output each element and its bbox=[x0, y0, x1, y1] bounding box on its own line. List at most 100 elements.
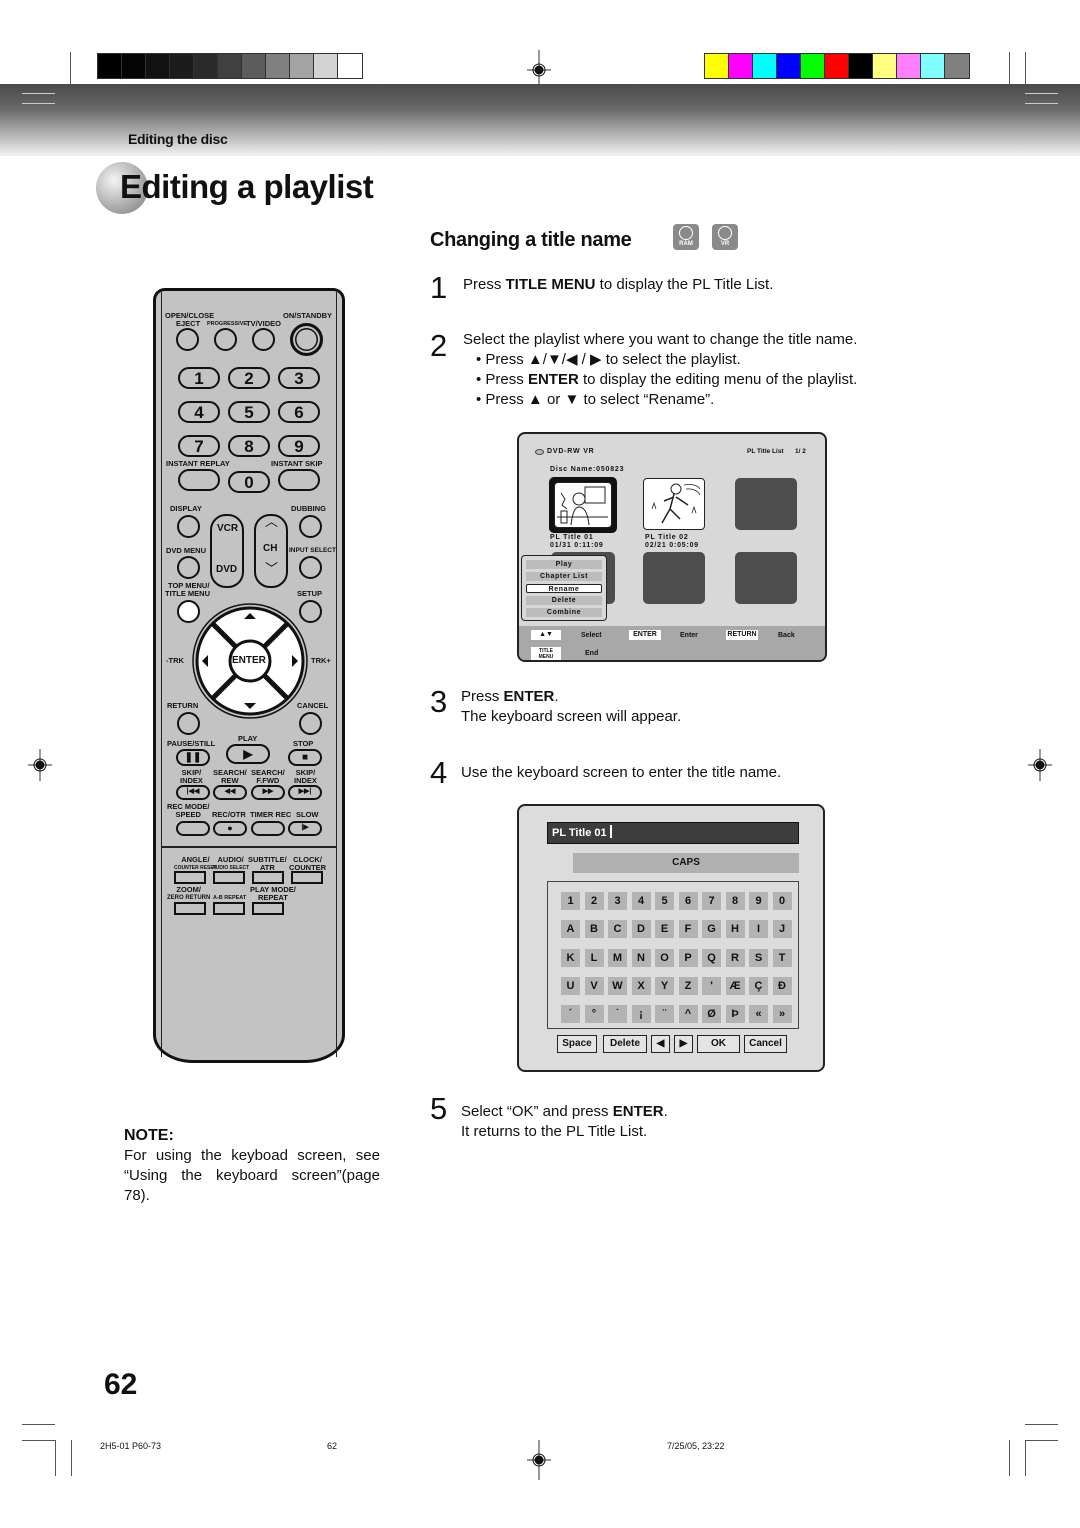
pause-button[interactable]: ❚❚ bbox=[176, 749, 210, 766]
digit-5-button[interactable]: 5 bbox=[228, 401, 270, 423]
keyboard-key[interactable]: L bbox=[584, 948, 604, 967]
digit-1-button[interactable]: 1 bbox=[178, 367, 220, 389]
keyboard-key[interactable]: E bbox=[655, 920, 674, 939]
skip-forward-button[interactable]: ▶▶| bbox=[288, 785, 322, 800]
title-thumbnail-selected[interactable] bbox=[549, 477, 617, 533]
digit-4-button[interactable]: 4 bbox=[178, 401, 220, 423]
edit-menu-item[interactable]: Chapter List bbox=[526, 572, 602, 581]
keyboard-key[interactable]: 2 bbox=[584, 892, 604, 910]
keyboard-key[interactable]: Þ bbox=[725, 1005, 745, 1024]
keyboard-key[interactable]: R bbox=[725, 948, 745, 967]
angle-button[interactable] bbox=[174, 871, 206, 884]
digit-6-button[interactable]: 6 bbox=[278, 401, 320, 423]
keyboard-key[interactable]: « bbox=[749, 1005, 768, 1024]
edit-menu-item[interactable]: Combine bbox=[526, 608, 602, 617]
cancel-button-remote[interactable] bbox=[299, 712, 322, 735]
zoom-button[interactable] bbox=[174, 902, 206, 915]
keyboard-key[interactable]: 3 bbox=[608, 892, 627, 910]
keyboard-key[interactable]: 8 bbox=[725, 892, 745, 910]
enter-button[interactable]: ENTER bbox=[232, 656, 266, 666]
keyboard-key[interactable]: Q bbox=[702, 948, 721, 967]
clock-counter-button[interactable] bbox=[291, 871, 323, 884]
cursor-right-button[interactable]: ▶ bbox=[674, 1035, 693, 1053]
keyboard-key[interactable]: T bbox=[772, 948, 792, 967]
fast-forward-button[interactable]: ▶▶ bbox=[251, 785, 285, 800]
title-thumbnail-empty[interactable] bbox=[735, 552, 797, 604]
keyboard-key[interactable]: P bbox=[678, 948, 698, 967]
timer-rec-button[interactable] bbox=[251, 821, 285, 836]
keyboard-key[interactable]: 6 bbox=[678, 892, 698, 910]
keyboard-key[interactable]: I bbox=[749, 920, 768, 939]
keyboard-key[interactable]: Ç bbox=[749, 976, 768, 995]
progressive-button[interactable] bbox=[214, 328, 237, 351]
keyboard-key[interactable]: 5 bbox=[655, 892, 674, 910]
keyboard-key[interactable]: A bbox=[561, 920, 580, 939]
keyboard-key[interactable]: 4 bbox=[631, 892, 651, 910]
delete-button[interactable]: Delete bbox=[603, 1035, 647, 1053]
keyboard-key[interactable]: » bbox=[772, 1005, 792, 1024]
keyboard-key[interactable]: ^ bbox=[678, 1005, 698, 1024]
digit-9-button[interactable]: 9 bbox=[278, 435, 320, 457]
record-button[interactable]: ● bbox=[213, 821, 247, 836]
keyboard-key[interactable]: ¨ bbox=[655, 1005, 674, 1024]
keyboard-key[interactable]: B bbox=[584, 920, 604, 939]
subtitle-button[interactable] bbox=[252, 871, 284, 884]
space-button[interactable]: Space bbox=[557, 1035, 597, 1053]
keyboard-key[interactable]: ¡ bbox=[631, 1005, 651, 1024]
input-select-button[interactable] bbox=[299, 556, 322, 579]
instant-skip-button[interactable] bbox=[278, 469, 320, 491]
keyboard-key[interactable]: K bbox=[561, 948, 580, 967]
edit-menu-item[interactable]: Delete bbox=[526, 596, 602, 605]
display-button[interactable] bbox=[177, 515, 200, 538]
digit-3-button[interactable]: 3 bbox=[278, 367, 320, 389]
keyboard-key[interactable]: ´ bbox=[561, 1005, 580, 1024]
tv-video-button[interactable] bbox=[252, 328, 275, 351]
keyboard-key[interactable]: X bbox=[631, 976, 651, 995]
title-thumbnail-empty[interactable] bbox=[735, 478, 797, 530]
keyboard-key[interactable]: 0 bbox=[772, 892, 792, 910]
dubbing-button[interactable] bbox=[299, 515, 322, 538]
rewind-button[interactable]: ◀◀ bbox=[213, 785, 247, 800]
stop-button[interactable]: ■ bbox=[288, 749, 322, 766]
open-close-button[interactable] bbox=[176, 328, 199, 351]
keyboard-key[interactable]: Æ bbox=[725, 976, 745, 995]
keyboard-key[interactable]: ˙ bbox=[608, 1005, 627, 1024]
keyboard-key[interactable]: ' bbox=[702, 976, 721, 995]
return-button[interactable] bbox=[177, 712, 200, 735]
keyboard-key[interactable]: F bbox=[678, 920, 698, 939]
instant-replay-button[interactable] bbox=[178, 469, 220, 491]
ok-button[interactable]: OK bbox=[697, 1035, 740, 1053]
title-name-input[interactable]: PL Title 01 bbox=[547, 822, 799, 844]
title-thumbnail[interactable] bbox=[643, 478, 705, 530]
keyboard-key[interactable]: ° bbox=[584, 1005, 604, 1024]
keyboard-key[interactable]: O bbox=[655, 948, 674, 967]
keyboard-key[interactable]: V bbox=[584, 976, 604, 995]
title-thumbnail-empty[interactable] bbox=[643, 552, 705, 604]
edit-menu-item[interactable]: Play bbox=[526, 560, 602, 569]
digit-8-button[interactable]: 8 bbox=[228, 435, 270, 457]
digit-7-button[interactable]: 7 bbox=[178, 435, 220, 457]
keyboard-key[interactable]: J bbox=[772, 920, 792, 939]
edit-menu-item[interactable]: Rename bbox=[526, 584, 602, 593]
ab-repeat-button[interactable] bbox=[213, 902, 245, 915]
dvd-menu-button[interactable] bbox=[177, 556, 200, 579]
slow-button[interactable]: |▶ bbox=[288, 821, 322, 836]
keyboard-key[interactable]: U bbox=[561, 976, 580, 995]
keyboard-key[interactable]: 7 bbox=[702, 892, 721, 910]
keyboard-key[interactable]: M bbox=[608, 948, 627, 967]
on-standby-button[interactable] bbox=[290, 323, 323, 356]
keyboard-key[interactable]: 9 bbox=[749, 892, 768, 910]
cancel-button[interactable]: Cancel bbox=[744, 1035, 787, 1053]
cursor-left-button[interactable]: ◀ bbox=[651, 1035, 670, 1053]
keyboard-key[interactable]: C bbox=[608, 920, 627, 939]
caps-mode-indicator[interactable]: CAPS bbox=[573, 853, 799, 873]
digit-2-button[interactable]: 2 bbox=[228, 367, 270, 389]
keyboard-key[interactable]: Ø bbox=[702, 1005, 721, 1024]
audio-button[interactable] bbox=[213, 871, 245, 884]
skip-back-button[interactable]: |◀◀ bbox=[176, 785, 210, 800]
digit-0-button[interactable]: 0 bbox=[228, 471, 270, 493]
keyboard-key[interactable]: Ð bbox=[772, 976, 792, 995]
keyboard-key[interactable]: W bbox=[608, 976, 627, 995]
keyboard-key[interactable]: G bbox=[702, 920, 721, 939]
keyboard-key[interactable]: S bbox=[749, 948, 768, 967]
